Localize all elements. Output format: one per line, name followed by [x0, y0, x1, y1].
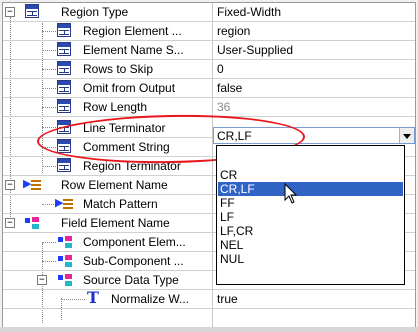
tree-line [42, 204, 56, 205]
collapse-toggle[interactable]: − [5, 7, 15, 17]
tree-line [61, 299, 85, 300]
field-element-icon [57, 254, 73, 268]
field-element-icon [57, 235, 73, 249]
table-property-icon [57, 23, 71, 37]
property-name: Rows to Skip [83, 62, 154, 76]
collapse-toggle[interactable]: − [37, 275, 47, 285]
row-element-icon: ▶ [23, 178, 41, 191]
dropdown-option-nel[interactable]: NEL [218, 238, 403, 252]
property-row-normalize[interactable]: T Normalize W... true [3, 290, 415, 309]
line-terminator-dropdown[interactable]: CR CR,LF FF LF LF,CR NEL NUL [216, 145, 405, 285]
table-property-icon [25, 4, 39, 18]
dropdown-option-lf[interactable]: LF [218, 210, 403, 224]
tree-line [42, 31, 56, 32]
property-value[interactable]: Fixed-Width [217, 5, 281, 19]
property-row-region-type[interactable]: − Region Type Fixed-Width [3, 3, 415, 22]
property-row-region-element[interactable]: Region Element ... region [3, 22, 415, 41]
text-type-icon: T [87, 288, 99, 307]
tree-line [42, 242, 56, 243]
property-value[interactable]: 0 [217, 62, 224, 76]
collapse-toggle[interactable]: − [5, 218, 15, 228]
tree-line [42, 50, 56, 51]
tree-line [42, 69, 56, 70]
table-property-icon [57, 99, 71, 113]
property-name: Match Pattern [83, 197, 158, 211]
dropdown-option-cr[interactable]: CR [218, 168, 403, 182]
tree-line [42, 88, 56, 89]
property-grid: − Region Type Fixed-Width Region Element… [2, 2, 416, 328]
field-element-icon [57, 273, 73, 287]
property-name: Element Name S... [83, 43, 184, 57]
property-row-element-name-source[interactable]: Element Name S... User-Supplied [3, 41, 415, 60]
dropdown-option-lf-cr[interactable]: LF,CR [218, 224, 403, 238]
property-row-row-length[interactable]: Row Length 36 [3, 98, 415, 117]
property-name: Sub-Component ... [83, 254, 184, 268]
field-element-icon [24, 216, 40, 230]
collapse-toggle[interactable]: − [5, 180, 15, 190]
property-name: Source Data Type [83, 273, 179, 287]
dropdown-option-nul[interactable]: NUL [218, 252, 403, 266]
table-property-icon [57, 158, 71, 172]
tree-line [42, 166, 56, 167]
tree-line [42, 261, 56, 262]
dropdown-option-ff[interactable]: FF [218, 196, 403, 210]
property-value[interactable]: region [217, 24, 250, 38]
property-name: Normalize W... [111, 292, 190, 306]
bottom-bar [0, 327, 418, 332]
property-row-rows-to-skip[interactable]: Rows to Skip 0 [3, 60, 415, 79]
property-value[interactable]: false [217, 81, 242, 95]
table-property-icon [57, 80, 71, 94]
property-name: Region Type [61, 5, 129, 19]
property-name: Row Element Name [61, 178, 168, 192]
property-value[interactable]: User-Supplied [217, 43, 293, 57]
property-name: Region Element ... [83, 24, 182, 38]
row-element-icon: ▶ [55, 197, 73, 210]
chevron-down-icon[interactable] [399, 128, 414, 143]
property-name: Row Length [83, 100, 148, 114]
property-name: Component Elem... [83, 235, 186, 249]
arrow-cursor-icon [284, 183, 298, 204]
dropdown-option-cr-lf[interactable]: CR,LF [218, 182, 403, 196]
table-property-icon [57, 61, 71, 75]
property-name: Omit from Output [83, 81, 176, 95]
table-property-icon [57, 42, 71, 56]
property-name: Field Element Name [61, 216, 170, 230]
property-value: 36 [217, 100, 231, 114]
tree-line [42, 107, 56, 108]
property-value[interactable]: true [217, 292, 238, 306]
property-row-omit-from-output[interactable]: Omit from Output false [3, 79, 415, 98]
tree-line [42, 127, 56, 128]
